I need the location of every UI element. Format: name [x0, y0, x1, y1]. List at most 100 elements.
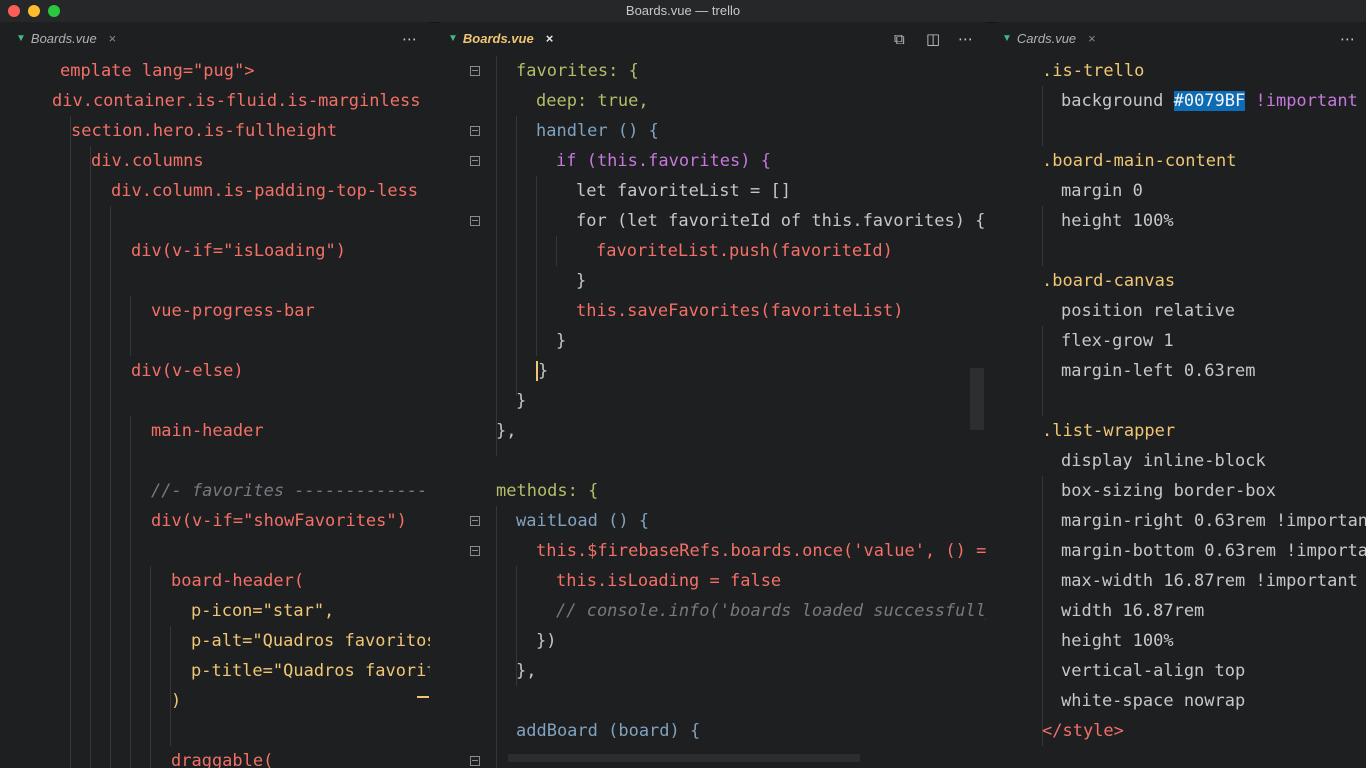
- code-line: div.container.is-fluid.is-marginless: [52, 91, 421, 111]
- code-line: div(v-else): [131, 361, 244, 381]
- code-line: height 100%: [1061, 631, 1174, 651]
- vue-file-icon: ▼: [448, 33, 458, 44]
- code-line: </style>: [1042, 721, 1124, 741]
- code-line: waitLoad () {: [516, 511, 650, 531]
- close-icon[interactable]: ×: [1088, 31, 1096, 46]
- more-icon[interactable]: ⋯: [958, 30, 973, 48]
- fold-icon[interactable]: [470, 756, 480, 766]
- code-line: .list-wrapper: [1042, 421, 1176, 441]
- code-line: }): [536, 631, 557, 651]
- code-line: deep: true,: [536, 91, 649, 111]
- editor-pane-right[interactable]: ▼ Cards.vue × ⋯ .is-trello background #0…: [996, 22, 1366, 768]
- fold-icon[interactable]: [470, 156, 480, 166]
- title-bar: Boards.vue — trello: [0, 0, 1366, 23]
- fold-icon[interactable]: [470, 516, 480, 526]
- code-line: position relative: [1061, 301, 1235, 321]
- editor-pane-left[interactable]: ▼ Boards.vue × ⋯ emplate lang="pug"> div…: [0, 22, 430, 768]
- tab-cards-vue[interactable]: ▼ Cards.vue ×: [1002, 31, 1096, 46]
- code-line: p-alt="Quadros favoritos: [191, 631, 430, 651]
- indent-guide: [556, 236, 557, 266]
- code-line: favoriteList.push(favoriteId): [596, 241, 893, 261]
- code-line: handler () {: [536, 121, 659, 141]
- indent-guide: [536, 176, 537, 356]
- layout-icon[interactable]: ◫: [926, 30, 940, 48]
- code-line: }: [556, 331, 567, 351]
- code-line: .is-trello: [1042, 61, 1145, 81]
- code-line: let favoriteList = []: [576, 181, 791, 201]
- indent-guide: [1042, 86, 1043, 146]
- code-line: }: [536, 361, 549, 381]
- code-line: this.isLoading = false: [556, 571, 782, 591]
- tab-label: Boards.vue: [30, 31, 97, 46]
- code-line: vertical-align top: [1061, 661, 1246, 681]
- fold-icon[interactable]: [470, 66, 480, 76]
- more-icon[interactable]: ⋯: [1340, 30, 1355, 48]
- code-line: display inline-block: [1061, 451, 1266, 471]
- fold-icon[interactable]: [470, 546, 480, 556]
- code-line: board-header(: [171, 571, 305, 591]
- indent-guide: [496, 506, 497, 768]
- code-line: margin-left 0.63rem: [1061, 361, 1256, 381]
- code-line: background #0079BF !important: [1061, 91, 1358, 111]
- selected-color-token: #0079BF: [1173, 91, 1246, 111]
- code-editor-middle[interactable]: favorites: { deep: true, handler () { if…: [440, 56, 986, 768]
- split-icon[interactable]: ⧉: [894, 30, 905, 48]
- fold-icon[interactable]: [470, 216, 480, 226]
- code-line: }: [576, 271, 587, 291]
- horizontal-scrollbar[interactable]: [508, 754, 860, 762]
- vue-file-icon: ▼: [16, 33, 26, 44]
- close-icon[interactable]: ×: [109, 31, 117, 46]
- indent-guide: [496, 56, 497, 456]
- indent-guide: [1042, 206, 1043, 266]
- code-comment-line: // console.info('boards loaded successfu…: [556, 601, 986, 621]
- code-line: ): [171, 691, 182, 711]
- code-line: addBoard (board) {: [516, 721, 701, 741]
- code-editor-left[interactable]: emplate lang="pug"> div.container.is-flu…: [0, 56, 430, 768]
- tab-boards-vue-left[interactable]: ▼ Boards.vue ×: [16, 31, 116, 46]
- indent-guide: [1042, 476, 1043, 746]
- tab-label: Boards.vue: [462, 31, 534, 46]
- code-line: height 100%: [1061, 211, 1174, 231]
- code-line: vue-progress-bar: [151, 301, 315, 321]
- code-line: .board-canvas: [1042, 271, 1176, 291]
- code-line: .board-main-content: [1042, 151, 1237, 171]
- indent-guide: [516, 116, 517, 396]
- code-line: flex-grow 1: [1061, 331, 1174, 351]
- vue-file-icon: ▼: [1002, 33, 1012, 44]
- code-line: margin-bottom 0.63rem !important: [1061, 541, 1366, 561]
- code-line: div.columns: [91, 151, 204, 171]
- code-line: section.hero.is-fullheight: [71, 121, 338, 141]
- code-comment-line: //- favorites ---------------: [151, 481, 430, 501]
- indent-guide: [110, 206, 111, 768]
- code-line: },: [496, 421, 517, 441]
- code-line: div.column.is-padding-top-less: [111, 181, 419, 201]
- code-line: emplate lang="pug">: [60, 61, 255, 81]
- code-line: favorites: {: [516, 61, 639, 81]
- code-line: main-header: [151, 421, 264, 441]
- fold-icon[interactable]: [470, 126, 480, 136]
- tab-label: Cards.vue: [1016, 31, 1077, 46]
- code-line: margin-right 0.63rem !important: [1061, 511, 1366, 531]
- tab-bar-right: ▼ Cards.vue × ⋯: [996, 22, 1366, 56]
- code-line: if (this.favorites) {: [556, 151, 771, 171]
- code-line: box-sizing border-box: [1061, 481, 1276, 501]
- indent-guide: [130, 416, 131, 768]
- scrollbar-thumb[interactable]: [970, 368, 984, 430]
- code-line: for (let favoriteId of this.favorites) {: [576, 211, 986, 231]
- code-line: width 16.87rem: [1061, 601, 1205, 621]
- code-line: this.$firebaseRefs.boards.once('value', …: [536, 541, 986, 561]
- code-line: },: [516, 661, 537, 681]
- editor-pane-middle[interactable]: ▼ Boards.vue × ⧉ ◫ ⋯ favorites: { deep: …: [440, 22, 986, 768]
- code-line: margin 0: [1061, 181, 1143, 201]
- code-line: div(v-if="showFavorites"): [151, 511, 407, 531]
- more-icon[interactable]: ⋯: [402, 30, 417, 48]
- tab-bar-left: ▼ Boards.vue × ⋯: [0, 22, 430, 56]
- tab-boards-vue-active[interactable]: ▼ Boards.vue ×: [448, 31, 553, 46]
- indent-guide: [70, 116, 71, 768]
- code-line: p-title="Quadros favorit: [191, 661, 430, 681]
- indent-guide: [130, 296, 131, 356]
- code-line: div(v-if="isLoading"): [131, 241, 346, 261]
- close-icon[interactable]: ×: [546, 31, 554, 46]
- code-line: methods: {: [496, 481, 599, 501]
- code-editor-right[interactable]: .is-trello background #0079BF !important…: [996, 56, 1366, 768]
